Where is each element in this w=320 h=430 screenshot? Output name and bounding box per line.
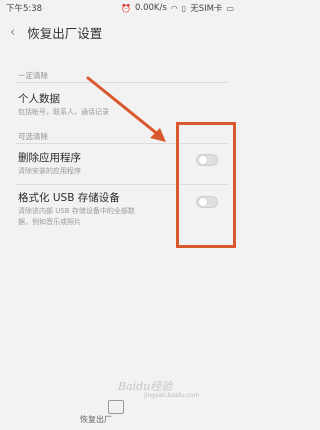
personal-data-title: 个人数据 <box>18 93 60 105</box>
watermark-url: jingyan.baidu.com <box>144 392 200 399</box>
alarm-icon: ⏰ <box>121 3 131 13</box>
section-divider <box>16 82 228 83</box>
annotation-highlight-box <box>176 122 236 248</box>
carrier-label: 无SIM卡 <box>190 4 223 14</box>
network-speed: 0.00K/s <box>135 3 167 13</box>
delete-apps-title: 删除应用程序 <box>18 152 81 164</box>
status-time: 下午5:38 <box>6 4 43 14</box>
factory-reset-button[interactable]: 恢复出厂 <box>80 414 112 425</box>
no-sim-icon: ▯ <box>181 3 187 13</box>
delete-apps-desc: 清除安装的应用程序 <box>18 167 81 175</box>
section-label-must-clear: 一定清除 <box>18 71 48 80</box>
status-right: ⏰ 0.00K/s ◠ ▯ 无SIM卡 ▭ <box>121 2 234 14</box>
battery-icon: ▭ <box>226 3 234 13</box>
format-usb-desc-line1: 清除该内部 USB 存储设备中的全部数 <box>18 207 135 215</box>
wifi-icon: ◠ <box>170 3 178 13</box>
section-label-optional: 可选清除 <box>18 132 48 141</box>
format-usb-desc-line2: 据，例如音乐或照片 <box>18 218 81 226</box>
header: ‹ 恢复出厂设置 <box>0 18 240 46</box>
status-bar: 下午5:38 ⏰ 0.00K/s ◠ ▯ 无SIM卡 ▭ <box>0 0 240 16</box>
chevron-left-icon[interactable]: ‹ <box>10 25 15 40</box>
personal-data-desc: 包括帐号，联系人，通话记录 <box>18 108 109 116</box>
bottom-bar: 恢复出厂 <box>0 392 240 430</box>
reset-icon <box>108 400 124 414</box>
format-usb-title: 格式化 USB 存储设备 <box>18 192 120 204</box>
page-title: 恢复出厂设置 <box>27 25 103 41</box>
